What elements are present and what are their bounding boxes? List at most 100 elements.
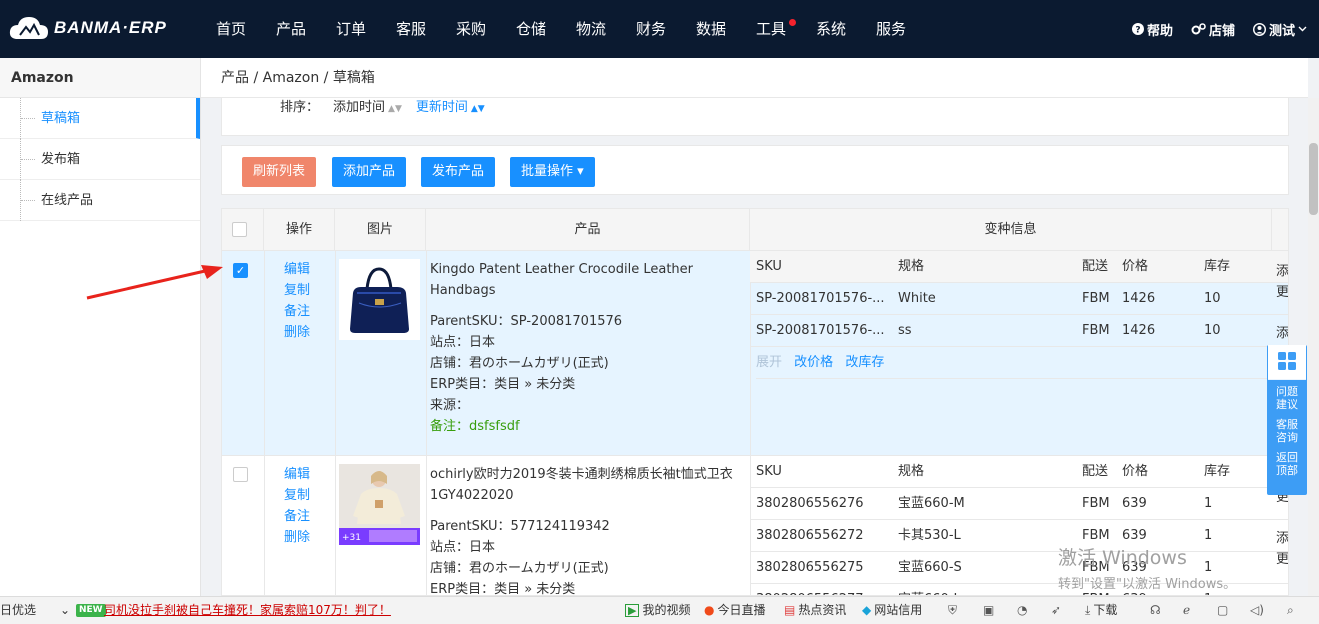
vertical-scrollbar[interactable] bbox=[1308, 98, 1319, 596]
scrollbar-thumb[interactable] bbox=[1309, 143, 1318, 215]
erp-category: ERP类目：类目 » 未分类 bbox=[430, 377, 576, 392]
volume-icon[interactable]: ◁) bbox=[1250, 597, 1264, 624]
hot-news-label: 热点资讯 bbox=[798, 603, 847, 617]
edit-stock-link[interactable]: 改库存 bbox=[845, 355, 884, 370]
sidebar-item-online-products[interactable]: 在线产品 bbox=[0, 180, 200, 221]
note-link[interactable]: 备注 bbox=[284, 506, 310, 527]
variant-ship: FBM bbox=[1082, 496, 1110, 511]
grid-icon[interactable] bbox=[1268, 345, 1306, 380]
nav-system[interactable]: 系统 bbox=[816, 0, 876, 58]
product-title: ochirly欧时力2019冬装卡通刺绣棉质长袖t恤式卫衣1GY4022020 bbox=[430, 467, 733, 503]
variant-price: 639 bbox=[1122, 496, 1147, 511]
headset-icon[interactable]: ☊ bbox=[1150, 597, 1161, 624]
hot-news-button[interactable]: ▤ 热点资讯 bbox=[784, 597, 846, 624]
row-actions: 编辑 复制 备注 删除 bbox=[284, 259, 310, 343]
variant-ship: FBM bbox=[1082, 291, 1110, 306]
floating-help-bar: 问题建议 客服咨询 返回顶部 bbox=[1267, 345, 1307, 495]
add-product-button[interactable]: 添加产品 bbox=[332, 157, 407, 187]
browser-icon[interactable]: ℯ bbox=[1183, 597, 1190, 624]
variant-price: 1426 bbox=[1122, 323, 1156, 338]
variant-header-row: SKU 规格 配送 价格 库存 bbox=[750, 456, 1288, 488]
extra-text: 添 bbox=[1276, 531, 1289, 546]
column-divider bbox=[335, 251, 336, 455]
variant-row: SP-20081701576-... White FBM 1426 10 bbox=[750, 283, 1288, 315]
sort-updated-label: 更新时间 bbox=[415, 100, 468, 115]
nav-orders[interactable]: 订单 bbox=[336, 0, 396, 58]
variant-sku: 3802806556275 bbox=[756, 560, 864, 575]
variant-spec: 卡其530-L bbox=[898, 528, 961, 543]
live-button[interactable]: ● 今日直播 bbox=[704, 597, 766, 624]
user-menu[interactable]: 测试 bbox=[1252, 20, 1307, 39]
publish-product-button[interactable]: 发布产品 bbox=[421, 157, 496, 187]
speed-icon[interactable]: ◔ bbox=[1017, 597, 1027, 624]
status-deals[interactable]: 日优选 bbox=[0, 597, 36, 624]
parent-sku: ParentSKU：SP-20081701576 bbox=[430, 314, 623, 329]
site-credit-button[interactable]: ◆ 网站信用 bbox=[862, 597, 922, 624]
logo[interactable]: BANMA·ERP bbox=[8, 13, 167, 43]
nav-tools-label: 工具 bbox=[756, 20, 787, 38]
row-checkbox[interactable] bbox=[233, 467, 248, 482]
nav-logistics[interactable]: 物流 bbox=[576, 0, 636, 58]
row-checkbox[interactable]: ✓ bbox=[233, 263, 248, 278]
refresh-list-button[interactable]: 刷新列表 bbox=[242, 157, 317, 187]
window-icon[interactable]: ▢ bbox=[1217, 597, 1228, 624]
variant-sku-header: SKU bbox=[756, 464, 782, 479]
nav-service[interactable]: 客服 bbox=[396, 0, 456, 58]
edit-link[interactable]: 编辑 bbox=[284, 259, 310, 280]
table-row[interactable]: ✓ 编辑 复制 备注 删除 Kingdo Patent Leather Croc… bbox=[222, 251, 1288, 456]
select-all-checkbox[interactable] bbox=[232, 222, 247, 237]
nav-purchase[interactable]: 采购 bbox=[456, 0, 516, 58]
copy-link[interactable]: 复制 bbox=[284, 280, 310, 301]
copy-link[interactable]: 复制 bbox=[284, 485, 310, 506]
nav-finance[interactable]: 财务 bbox=[636, 0, 696, 58]
edit-price-link[interactable]: 改价格 bbox=[794, 355, 833, 370]
news-ticker-link[interactable]: 司机没拉手刹被自己车撞死！家属索赔107万！判了！ bbox=[104, 597, 391, 624]
nav-services[interactable]: 服务 bbox=[876, 0, 936, 58]
edit-link[interactable]: 编辑 bbox=[284, 464, 310, 485]
sort-by-updated[interactable]: 更新时间 ▲▼ bbox=[416, 98, 485, 119]
sort-by-added[interactable]: 添加时间 ▲▼ bbox=[333, 98, 402, 119]
sort-arrows-icon: ▲▼ bbox=[388, 104, 402, 114]
product-image-handbag[interactable] bbox=[339, 259, 420, 340]
product-table: 操作 图片 产品 变种信息 ✓ 编辑 复制 备注 删除 Kingdo Paten… bbox=[221, 208, 1289, 596]
customer-service-button[interactable]: 客服咨询 bbox=[1267, 415, 1307, 448]
product-info: ochirly欧时力2019冬装卡通刺绣棉质长袖t恤式卫衣1GY4022020 … bbox=[430, 464, 745, 595]
variant-ship: FBM bbox=[1082, 323, 1110, 338]
sidebar-item-publish-box[interactable]: 发布箱 bbox=[0, 139, 200, 180]
back-to-top-button[interactable]: 返回顶部 bbox=[1267, 448, 1307, 481]
variant-spec: 宝蓝660-L bbox=[898, 584, 961, 595]
nav-product[interactable]: 产品 bbox=[276, 0, 336, 58]
note-link[interactable]: 备注 bbox=[284, 301, 310, 322]
download-button[interactable]: ⤓ 下载 bbox=[1085, 597, 1117, 624]
store: 店铺：君のホームカザリ(正式) bbox=[430, 356, 609, 371]
nav-home[interactable]: 首页 bbox=[216, 0, 276, 58]
delete-link[interactable]: 删除 bbox=[284, 322, 310, 343]
watermark-line1: 激活 Windows bbox=[1058, 547, 1187, 569]
chevron-down-icon[interactable]: ⌄ bbox=[60, 597, 70, 624]
store-button[interactable]: 店铺 bbox=[1191, 20, 1235, 39]
expand-link[interactable]: 展开 bbox=[756, 355, 782, 370]
variant-spec-header: 规格 bbox=[898, 259, 925, 274]
variant-sku: 3802806556276 bbox=[756, 496, 864, 511]
batch-operations-dropdown[interactable]: 批量操作 ▾ bbox=[510, 157, 595, 187]
search-icon[interactable]: ⌕ bbox=[1287, 597, 1294, 624]
feedback-button[interactable]: 问题建议 bbox=[1267, 380, 1307, 415]
site: 站点：日本 bbox=[430, 540, 496, 555]
notification-dot bbox=[789, 19, 796, 26]
site: 站点：日本 bbox=[430, 335, 496, 350]
product-image-sweatshirt[interactable]: +31 bbox=[339, 464, 420, 545]
my-video-button[interactable]: ▶ 我的视频 bbox=[625, 597, 690, 624]
help-button[interactable]: ? 帮助 bbox=[1131, 20, 1173, 39]
nav-tools[interactable]: 工具 bbox=[756, 0, 816, 58]
nav-warehouse[interactable]: 仓储 bbox=[516, 0, 576, 58]
image-icon[interactable]: ▣ bbox=[983, 597, 994, 624]
variant-ship-header: 配送 bbox=[1082, 464, 1109, 479]
variant-price: 1426 bbox=[1122, 291, 1156, 306]
shield-icon[interactable]: ⛨ bbox=[948, 597, 957, 624]
rocket-icon[interactable]: ➶ bbox=[1051, 597, 1061, 624]
nav-data[interactable]: 数据 bbox=[696, 0, 756, 58]
delete-link[interactable]: 删除 bbox=[284, 527, 310, 548]
sidebar-item-drafts[interactable]: 草稿箱 bbox=[0, 98, 200, 139]
breadcrumb: 产品 / Amazon / 草稿箱 bbox=[201, 58, 1308, 98]
variant-links: 展开 改价格 改库存 bbox=[756, 347, 1288, 379]
